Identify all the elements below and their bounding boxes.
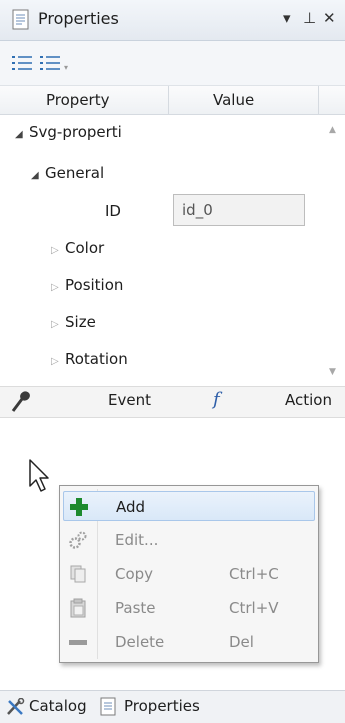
menu-item-label: Edit... xyxy=(115,531,159,549)
bottom-tab-strip: Catalog Properties xyxy=(0,690,345,723)
menu-item-shortcut: Ctrl+C xyxy=(229,565,279,583)
tree-node-color[interactable]: ▷ Color xyxy=(51,231,104,265)
properties-toolbar: ▾ xyxy=(0,41,345,86)
collapsed-arrow-icon[interactable]: ▷ xyxy=(51,308,65,342)
key-icon xyxy=(11,391,30,412)
tree-node-label: Rotation xyxy=(65,350,128,368)
column-separator[interactable] xyxy=(318,86,319,114)
context-menu: Add Edit... Copy Ctrl+C Paste Ctrl+V Del… xyxy=(59,485,319,663)
column-header-property[interactable]: Property xyxy=(46,91,109,109)
column-header-action[interactable]: Action xyxy=(285,391,332,409)
tree-node-label: Size xyxy=(65,313,96,331)
delete-icon xyxy=(69,640,87,645)
vertical-scrollbar[interactable]: ▲ ▼ xyxy=(323,115,345,385)
menu-item-add[interactable]: Add xyxy=(63,491,315,521)
tree-node-size[interactable]: ▷ Size xyxy=(51,305,96,339)
categorized-list-icon[interactable] xyxy=(10,52,36,74)
panel-titlebar: Properties ▾ ⊥ ✕ xyxy=(0,0,345,41)
expanded-arrow-icon[interactable]: ◢ xyxy=(31,159,45,193)
tree-node-label: Svg-properti xyxy=(29,123,122,141)
collapsed-arrow-icon[interactable]: ▷ xyxy=(51,345,65,379)
tree-node-rotation[interactable]: ▷ Rotation xyxy=(51,342,128,376)
mouse-cursor-icon xyxy=(29,459,49,492)
menu-item-edit[interactable]: Edit... xyxy=(63,525,315,555)
collapsed-arrow-icon[interactable]: ▷ xyxy=(51,234,65,268)
tools-icon xyxy=(7,698,25,715)
plus-icon xyxy=(70,498,88,516)
close-icon[interactable]: ✕ xyxy=(323,9,336,27)
menu-item-label: Delete xyxy=(115,633,165,651)
menu-item-label: Add xyxy=(116,498,146,516)
tree-node-label: Position xyxy=(65,276,124,294)
collapsed-arrow-icon[interactable]: ▷ xyxy=(51,271,65,305)
id-value-field[interactable]: id_0 xyxy=(173,194,305,226)
menu-item-paste[interactable]: Paste Ctrl+V xyxy=(63,593,315,623)
column-header-event[interactable]: Event xyxy=(108,391,151,409)
alphabetical-list-icon[interactable] xyxy=(38,52,64,74)
document-icon xyxy=(100,697,116,716)
tree-node-general[interactable]: ◢ General xyxy=(31,156,104,190)
menu-item-shortcut: Del xyxy=(229,633,254,651)
property-id-label: ID xyxy=(105,194,121,228)
property-label: ID xyxy=(105,202,121,220)
event-action-header: Event f Action xyxy=(0,386,345,418)
tree-node-label: Color xyxy=(65,239,105,257)
copy-icon xyxy=(70,565,86,583)
pushpin-icon[interactable]: ⊥ xyxy=(303,9,316,27)
document-icon xyxy=(12,9,29,30)
dropdown-icon[interactable]: ▾ xyxy=(283,9,291,27)
menu-item-copy[interactable]: Copy Ctrl+C xyxy=(63,559,315,589)
scroll-down-icon[interactable]: ▼ xyxy=(329,367,336,377)
menu-item-label: Paste xyxy=(115,599,156,617)
property-grid-header: Property Value xyxy=(0,86,345,115)
tab-label: Properties xyxy=(124,697,200,715)
menu-item-shortcut: Ctrl+V xyxy=(229,599,279,617)
tree-node-label: General xyxy=(45,164,105,182)
function-icon[interactable]: f xyxy=(213,389,220,410)
panel-title: Properties xyxy=(38,9,119,28)
tree-node-position[interactable]: ▷ Position xyxy=(51,268,123,302)
menu-item-label: Copy xyxy=(115,565,154,583)
tree-node-svg-properties[interactable]: ◢ Svg-properti xyxy=(15,115,122,149)
column-header-value[interactable]: Value xyxy=(213,91,254,109)
column-separator[interactable] xyxy=(168,86,169,114)
expanded-arrow-icon[interactable]: ◢ xyxy=(15,118,29,152)
gears-icon xyxy=(69,531,87,549)
scroll-up-icon[interactable]: ▲ xyxy=(329,125,336,135)
menu-item-delete[interactable]: Delete Del xyxy=(63,627,315,657)
tab-label: Catalog xyxy=(29,697,87,715)
paste-icon xyxy=(70,598,86,618)
toolbar-dropdown-icon[interactable]: ▾ xyxy=(64,63,68,72)
property-tree: ◢ Svg-properti ◢ General ID ▷ Color ▷ Positi… xyxy=(0,115,322,385)
